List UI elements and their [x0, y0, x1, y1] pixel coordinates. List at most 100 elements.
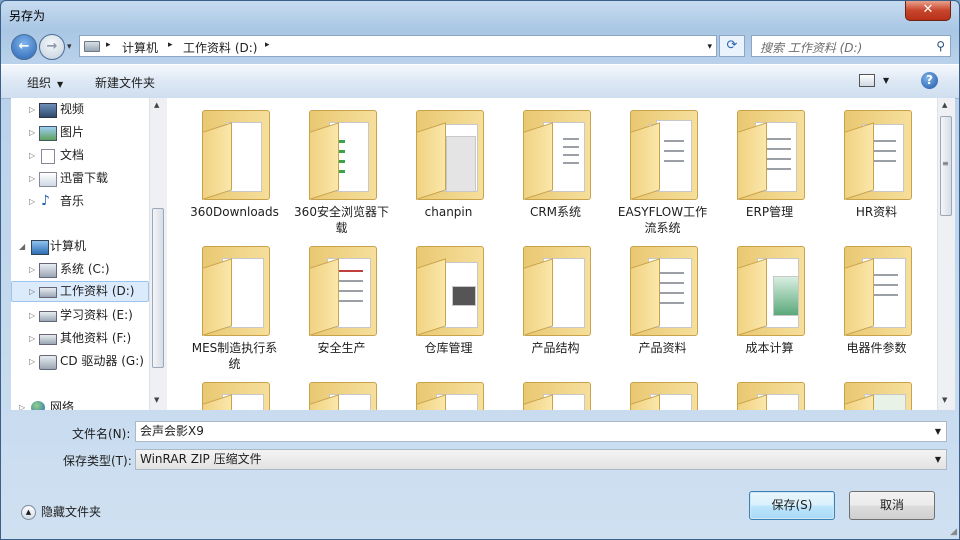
organize-menu[interactable]: 组织 ▼: [27, 74, 63, 91]
search-input[interactable]: 搜索 工作资料 (D:) ⚲: [751, 35, 951, 57]
view-options-caret-icon[interactable]: ▼: [883, 76, 889, 85]
expand-icon[interactable]: ▷: [19, 397, 25, 410]
expand-icon[interactable]: ▷: [29, 99, 35, 120]
folder-icon: [309, 110, 377, 200]
folder-item[interactable]: 成本计算: [716, 240, 823, 376]
refresh-button[interactable]: ⟳: [719, 35, 745, 57]
breadcrumb-separator[interactable]: ▸: [106, 40, 111, 50]
sidebar-item-label: CD 驱动器 (G:): [60, 354, 144, 368]
sidebar-item-videos[interactable]: ▷ 视频: [29, 99, 149, 120]
title-bar[interactable]: 另存为 ✕: [1, 1, 959, 31]
save-button[interactable]: 保存(S): [749, 491, 835, 520]
folder-item[interactable]: [716, 376, 823, 410]
folder-icon: [630, 382, 698, 410]
close-button[interactable]: ✕: [905, 1, 951, 21]
collapse-icon: ▲: [21, 505, 36, 520]
folder-item[interactable]: chanpin: [395, 104, 502, 240]
folder-item[interactable]: 360Downloads: [181, 104, 288, 240]
hide-folders-toggle[interactable]: ▲ 隐藏文件夹: [21, 503, 101, 520]
sidebar-item-label: 网络: [50, 400, 75, 410]
cancel-button[interactable]: 取消: [849, 491, 935, 520]
expand-icon[interactable]: ▷: [29, 282, 35, 301]
folder-item[interactable]: [288, 376, 395, 410]
folder-icon: [630, 246, 698, 336]
expand-icon[interactable]: ▷: [29, 168, 35, 189]
filetype-select[interactable]: WinRAR ZIP 压缩文件 ▼: [135, 449, 947, 470]
sidebar-item-label: 迅雷下载: [60, 171, 109, 185]
scrollbar-thumb[interactable]: [152, 208, 164, 368]
filename-field[interactable]: 会声会影X9 ▼: [135, 421, 947, 442]
folder-item[interactable]: [609, 376, 716, 410]
expand-icon[interactable]: ▷: [29, 259, 35, 280]
sidebar-item-drive-f[interactable]: ▷ 其他资料 (F:): [29, 328, 154, 349]
scroll-up-icon[interactable]: ▲: [154, 101, 159, 109]
folder-icon: [523, 110, 591, 200]
sidebar-item-drive-c[interactable]: ▷ 系统 (C:): [29, 259, 154, 280]
collapse-icon[interactable]: ◢: [19, 236, 25, 257]
documents-library-icon: [41, 149, 55, 164]
sidebar-item-drive-g[interactable]: ▷ CD 驱动器 (G:): [29, 351, 157, 372]
search-icon[interactable]: ⚲: [936, 39, 945, 53]
breadcrumb-computer[interactable]: 计算机: [122, 39, 158, 56]
recent-pages-button[interactable]: ▾: [67, 42, 72, 52]
address-bar[interactable]: ▸ 计算机 ▸ 工作资料 (D:) ▸ ▾: [79, 35, 717, 57]
sidebar-item-computer[interactable]: ◢ 计算机: [19, 236, 149, 257]
resize-grip-icon[interactable]: ◢: [950, 527, 957, 537]
breadcrumb-separator[interactable]: ▸: [168, 40, 173, 50]
folder-icon: [202, 110, 270, 200]
expand-icon[interactable]: ▷: [29, 305, 35, 326]
folder-item[interactable]: EASYFLOW工作 流系统: [609, 104, 716, 240]
filename-dropdown-icon[interactable]: ▼: [935, 422, 941, 441]
help-icon[interactable]: ?: [921, 72, 938, 89]
filetype-dropdown-icon[interactable]: ▼: [935, 450, 941, 469]
folder-item[interactable]: 产品资料: [609, 240, 716, 376]
scroll-up-icon[interactable]: ▲: [942, 101, 947, 109]
folder-item[interactable]: [395, 376, 502, 410]
folder-name: 产品结构: [531, 341, 580, 355]
scroll-down-icon[interactable]: ▼: [942, 396, 947, 404]
folder-icon: [416, 382, 484, 410]
folder-item[interactable]: 仓库管理: [395, 240, 502, 376]
breadcrumb-drive-d[interactable]: 工作资料 (D:): [183, 39, 257, 56]
filename-label: 文件名(N):: [72, 427, 131, 441]
scrollbar-thumb[interactable]: ≡: [940, 116, 952, 216]
folder-item[interactable]: MES制造执行系统: [181, 240, 288, 376]
folder-item[interactable]: 360安全浏览器下载: [288, 104, 395, 240]
folder-item[interactable]: [823, 376, 930, 410]
back-button[interactable]: ←: [11, 34, 37, 60]
expand-icon[interactable]: ▷: [29, 122, 35, 143]
folder-item[interactable]: ERP管理: [716, 104, 823, 240]
folder-item[interactable]: 电器件参数: [823, 240, 930, 376]
folder-item[interactable]: [181, 376, 288, 410]
new-folder-button[interactable]: 新建文件夹: [95, 74, 155, 91]
sidebar-item-drive-d[interactable]: ▷ 工作资料 (D:): [11, 281, 149, 302]
sidebar-item-documents[interactable]: ▷ 文档: [29, 145, 149, 166]
navigation-bar: ← → ▾ ▸ 计算机 ▸ 工作资料 (D:) ▸ ▾ ⟳ 搜索 工作资料 (D…: [1, 31, 959, 63]
sidebar-item-music[interactable]: ▷ ♪ 音乐: [29, 191, 149, 212]
expand-icon[interactable]: ▷: [29, 191, 35, 212]
scroll-down-icon[interactable]: ▼: [154, 396, 159, 404]
address-dropdown-icon[interactable]: ▾: [707, 42, 712, 52]
filename-value[interactable]: 会声会影X9: [140, 424, 204, 438]
system-drive-icon: [39, 263, 57, 278]
folder-item[interactable]: HR资料: [823, 104, 930, 240]
filetype-label: 保存类型(T):: [63, 454, 132, 468]
navigation-scrollbar[interactable]: ▲ ▼: [149, 98, 167, 410]
change-view-icon[interactable]: [859, 74, 875, 87]
folder-item[interactable]: 安全生产: [288, 240, 395, 376]
expand-icon[interactable]: ▷: [29, 145, 35, 166]
expand-icon[interactable]: ▷: [29, 328, 35, 349]
file-list-scrollbar[interactable]: ▲ ≡ ▼: [937, 98, 955, 410]
sidebar-item-network[interactable]: ▷ 网络: [19, 397, 139, 410]
sidebar-item-pictures[interactable]: ▷ 图片: [29, 122, 149, 143]
forward-button[interactable]: →: [39, 34, 65, 60]
sidebar-item-drive-e[interactable]: ▷ 学习资料 (E:): [29, 305, 154, 326]
folder-item[interactable]: 产品结构: [502, 240, 609, 376]
folder-icon: [416, 246, 484, 336]
sidebar-item-thunder-downloads[interactable]: ▷ 迅雷下载: [29, 168, 159, 189]
breadcrumb-separator[interactable]: ▸: [265, 40, 270, 50]
expand-icon[interactable]: ▷: [29, 351, 35, 372]
folder-icon: [416, 110, 484, 200]
folder-item[interactable]: [502, 376, 609, 410]
folder-item[interactable]: CRM系统: [502, 104, 609, 240]
